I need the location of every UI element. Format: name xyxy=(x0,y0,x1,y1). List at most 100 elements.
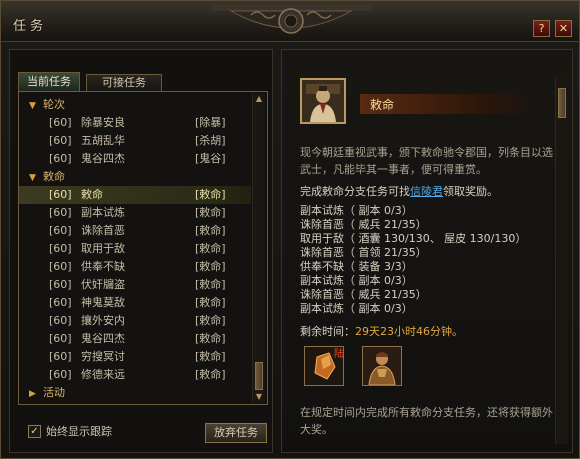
quest-level: [60] xyxy=(49,296,72,309)
quest-tag: [敕命] xyxy=(195,332,226,345)
npc-link[interactable]: 信陵君 xyxy=(410,185,443,198)
objective-line: 副本试炼（ 副本 0/3） xyxy=(300,302,413,315)
category-label: 轮次 xyxy=(43,98,65,111)
quest-level: [60] xyxy=(49,188,72,201)
tab-current-quests[interactable]: 当前任务 xyxy=(18,72,80,91)
quest-tag: [敕命] xyxy=(195,224,226,237)
scroll-up-icon[interactable]: ▲ xyxy=(254,94,264,104)
quest-category[interactable]: ▶ 活动 xyxy=(19,384,251,402)
branch-suffix: 领取奖励。 xyxy=(443,185,498,198)
quest-name: 五胡乱华 xyxy=(81,134,125,147)
quest-tag: [除暴] xyxy=(195,116,226,129)
abandon-quest-button[interactable]: 放弃任务 xyxy=(205,423,267,443)
expand-arrow-icon[interactable]: ▼ xyxy=(29,97,43,115)
quest-tag: [鬼谷] xyxy=(195,152,226,165)
help-button[interactable]: ? xyxy=(533,20,550,37)
detail-scrollbar[interactable] xyxy=(555,76,568,444)
title-bar[interactable]: 任务 ? ✕ xyxy=(1,1,579,42)
quest-name: 攘外安内 xyxy=(81,314,125,327)
quest-name: 修德来远 xyxy=(81,368,125,381)
branch-prefix: 完成敕命分支任务可找 xyxy=(300,185,410,198)
quest-tag: [敕命] xyxy=(195,260,226,273)
quest-list-scrollbar[interactable]: ▲ ▼ xyxy=(252,94,265,402)
reward-row: 陆 xyxy=(300,346,556,392)
quest-list-item[interactable]: [60] 敕命 [敕命] xyxy=(19,186,251,204)
remain-value: 29天23小时46分钟。 xyxy=(355,325,463,338)
objective-line: 诛除首恶（ 首领 21/35） xyxy=(300,246,427,259)
npc-portrait-icon xyxy=(302,80,344,122)
npc-portrait xyxy=(300,78,346,124)
quest-level: [60] xyxy=(49,314,72,327)
quest-title: 敕命 xyxy=(370,98,395,112)
reward-tag: 陆 xyxy=(334,349,344,360)
quest-title-bar: 敕命 xyxy=(360,94,538,114)
remain-label: 剩余时间： xyxy=(300,325,355,338)
quest-tag: [敕命] xyxy=(195,350,226,363)
quest-list-box: ▼ 轮次 [60] 除暴安良 [除暴] [60] 五胡乱华 [杀胡] [60] 鬼谷四杰 [鬼谷] ▼… xyxy=(18,91,268,405)
quest-list-item[interactable]: [60] 攘外安内 [敕命] xyxy=(19,312,251,330)
title-ornament-icon xyxy=(211,5,371,34)
quest-name: 供奉不缺 xyxy=(81,260,125,273)
quest-level: [60] xyxy=(49,224,72,237)
quest-level: [60] xyxy=(49,152,72,165)
quest-list-item[interactable]: [60] 取用于敌 [敕命] xyxy=(19,240,251,258)
quest-list-item[interactable]: [60] 鬼谷四杰 [敕命] xyxy=(19,330,251,348)
category-label: 敕命 xyxy=(43,170,65,183)
track-checkbox[interactable]: ✓ xyxy=(28,425,41,438)
quest-level: [60] xyxy=(49,242,72,255)
quest-level: [60] xyxy=(49,332,72,345)
quest-category[interactable]: ▼ 敕命 xyxy=(19,168,251,186)
quest-tag: [杀胡] xyxy=(195,134,226,147)
quest-list-item[interactable]: [60] 除暴安良 [除暴] xyxy=(19,114,251,132)
branch-instruction: 完成敕命分支任务可找信陵君领取奖励。 xyxy=(300,184,556,200)
quest-level: [60] xyxy=(49,278,72,291)
quest-tag: [敕命] xyxy=(195,278,226,291)
reward-item-warrior[interactable] xyxy=(362,346,402,386)
quest-level: [60] xyxy=(49,350,72,363)
close-button[interactable]: ✕ xyxy=(555,20,572,37)
quest-list-item[interactable]: [60] 五胡乱华 [杀胡] xyxy=(19,132,251,150)
objective-line: 副本试炼（ 副本 0/3） xyxy=(300,274,413,287)
scroll-thumb[interactable] xyxy=(255,362,263,390)
quest-category[interactable]: ▼ 轮次 xyxy=(19,96,251,114)
warrior-icon xyxy=(363,347,401,385)
reward-item-crystal[interactable]: 陆 xyxy=(304,346,344,386)
quest-level: [60] xyxy=(49,134,72,147)
track-label: 始终显示跟踪 xyxy=(46,425,112,438)
quest-list-item[interactable]: [60] 神鬼莫敌 [敕命] xyxy=(19,294,251,312)
expand-arrow-icon[interactable]: ▼ xyxy=(29,169,43,187)
quest-list-item[interactable]: [60] 诛除首恶 [敕命] xyxy=(19,222,251,240)
quest-name: 取用于敌 xyxy=(81,242,125,255)
quest-window: 任务 ? ✕ 当前任务 可接任务 ▼ 轮次 [60] 除暴安良 [除暴] [60] 五胡乱华… xyxy=(0,0,580,459)
category-label: 活动 xyxy=(43,386,65,399)
quest-name: 除暴安良 xyxy=(81,116,125,129)
quest-name: 诛除首恶 xyxy=(81,224,125,237)
reward-footer-text: 在规定时间内完成所有敕命分支任务，还将获得额外大奖。 xyxy=(300,406,553,436)
quest-list-item[interactable]: [60] 副本试炼 [敕命] xyxy=(19,204,251,222)
scroll-down-icon[interactable]: ▼ xyxy=(254,392,264,402)
quest-detail-panel: 敕命 现今朝廷重视武事，颁下敕命驰令郡国，列条目以选武士，凡能毕其一事者，便可得… xyxy=(281,49,573,453)
detail-scroll-thumb[interactable] xyxy=(558,88,566,118)
objective-line: 副本试炼（ 副本 0/3） xyxy=(300,204,413,217)
quest-list-item[interactable]: [60] 穷搜冥讨 [敕命] xyxy=(19,348,251,366)
collapse-arrow-icon[interactable]: ▶ xyxy=(29,385,43,403)
tab-available-quests[interactable]: 可接任务 xyxy=(86,74,162,91)
quest-tag: [敕命] xyxy=(195,188,226,201)
remaining-time: 剩余时间：29天23小时46分钟。 xyxy=(300,324,556,340)
quest-name: 伏奸牖盗 xyxy=(81,278,125,291)
quest-list-item[interactable]: [60] 供奉不缺 [敕命] xyxy=(19,258,251,276)
quest-name: 敕命 xyxy=(81,188,103,201)
quest-tag: [敕命] xyxy=(195,296,226,309)
objective-line: 诛除首恶（ 威兵 21/35） xyxy=(300,218,427,231)
quest-list-item[interactable]: [60] 修德来远 [敕命] xyxy=(19,366,251,384)
quest-list-item[interactable]: [60] 鬼谷四杰 [鬼谷] xyxy=(19,150,251,168)
quest-level: [60] xyxy=(49,368,72,381)
quest-name: 神鬼莫敌 xyxy=(81,296,125,309)
quest-description: 现今朝廷重视武事，颁下敕命驰令郡国，列条目以选武士，凡能毕其一事者，便可得重赏。 xyxy=(300,146,553,176)
quest-level: [60] xyxy=(49,260,72,273)
quest-level: [60] xyxy=(49,206,72,219)
quest-list-item[interactable]: [60] 伏奸牖盗 [敕命] xyxy=(19,276,251,294)
quest-level: [60] xyxy=(49,116,72,129)
objective-list: 副本试炼（ 副本 0/3） 诛除首恶（ 威兵 21/35） 取用于敌（ 酒囊 130… xyxy=(300,204,556,316)
quest-tag: [敕命] xyxy=(195,368,226,381)
